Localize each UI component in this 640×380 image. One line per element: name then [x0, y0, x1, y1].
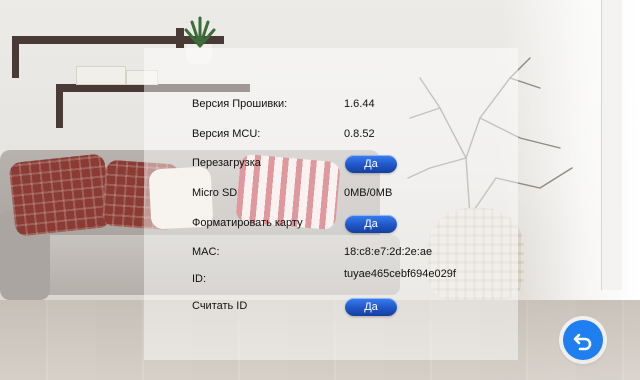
plaid-pillow	[8, 153, 112, 237]
reboot-label: Перезагрузка	[192, 157, 261, 169]
wall-shelf-bottom-side	[56, 84, 63, 128]
reboot-button[interactable]: Да	[345, 155, 397, 173]
mac-value: 18:c8:e7:2d:2e:ae	[344, 246, 433, 258]
mcu-version-label: Версия MCU:	[192, 128, 261, 140]
format-card-button[interactable]: Да	[345, 215, 397, 233]
potted-plant	[184, 16, 216, 48]
settings-panel	[144, 48, 518, 360]
firmware-version-value: 1.6.44	[344, 98, 375, 110]
read-id-label: Считать ID	[192, 300, 248, 312]
books	[76, 66, 126, 85]
firmware-version-label: Версия Прошивки:	[192, 98, 288, 110]
return-arrow-icon	[573, 333, 592, 351]
micro-sd-label: Micro SD	[192, 187, 238, 199]
mac-label: MAC:	[192, 246, 220, 258]
id-label: ID:	[192, 273, 207, 285]
window-frame	[602, 0, 622, 290]
micro-sd-value: 0MB/0MB	[344, 187, 393, 199]
mcu-version-value: 0.8.52	[344, 128, 375, 140]
format-card-label: Форматировать карту	[192, 217, 303, 229]
read-id-button[interactable]: Да	[345, 298, 397, 316]
id-value: tuyae465cebf694e029f	[344, 268, 456, 280]
wall-shelf-top-side	[12, 36, 19, 78]
back-button[interactable]	[563, 320, 603, 360]
